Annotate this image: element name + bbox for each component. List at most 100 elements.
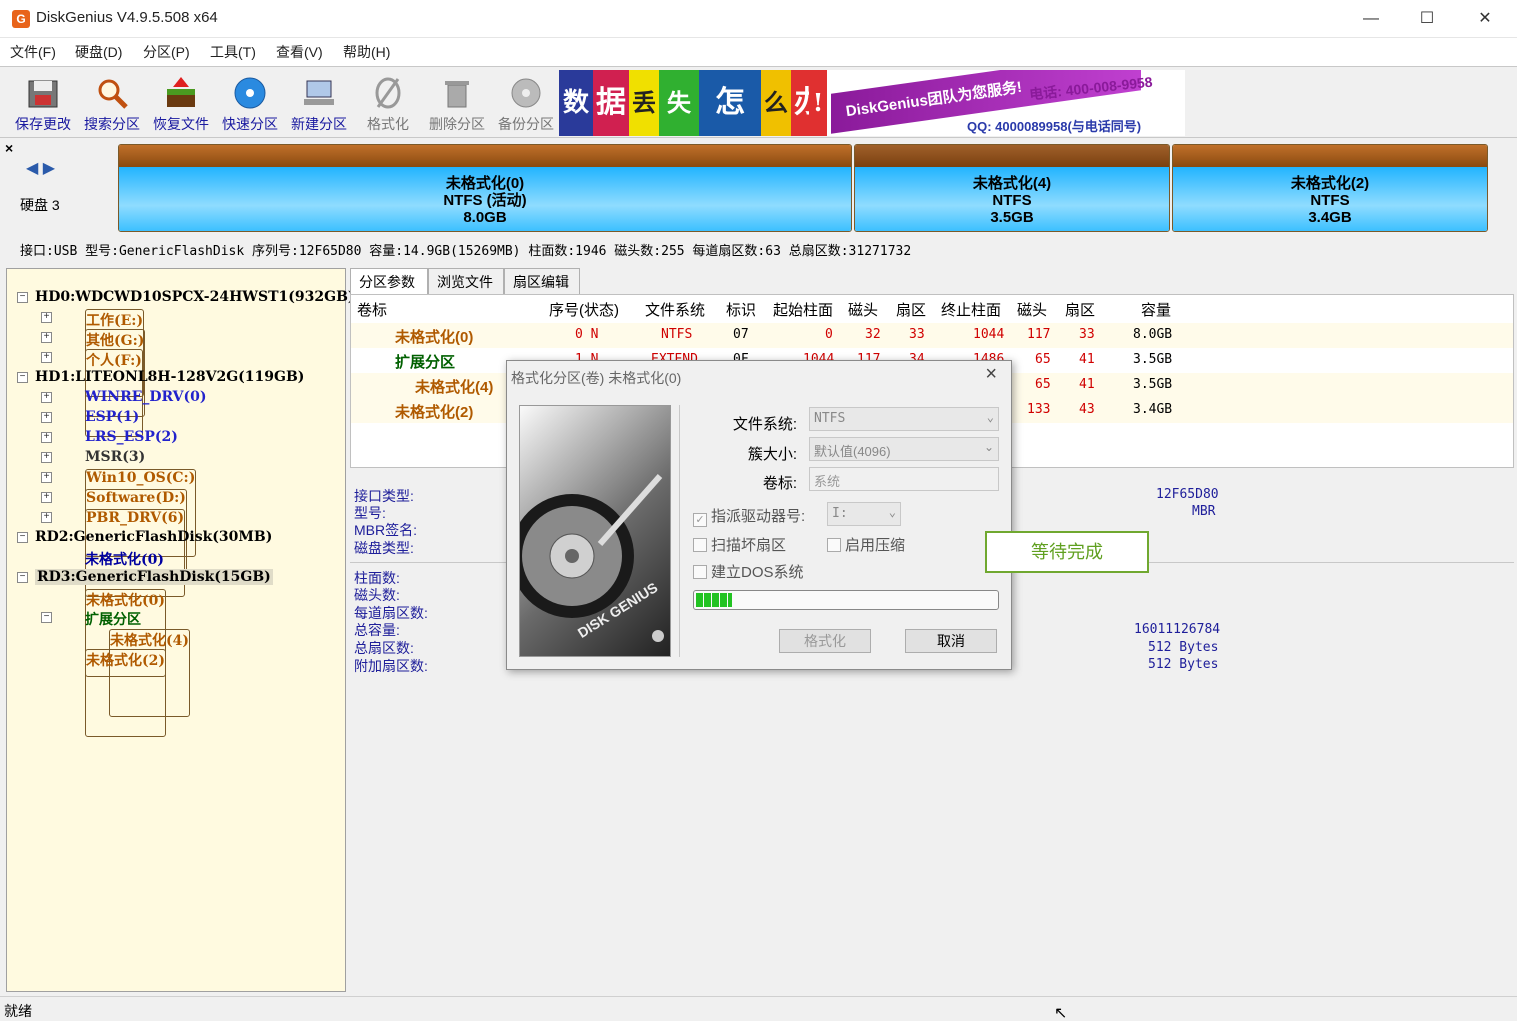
banner-tile-6: 么 [761, 70, 791, 136]
partition-block[interactable]: 未格式化(4) NTFS 3.5GB [854, 144, 1170, 232]
detail-label: 总扇区数: [354, 640, 414, 656]
tree-partition[interactable]: 未格式化(2) [85, 649, 166, 737]
save-changes-button[interactable]: 保存更改 [10, 71, 76, 135]
collapse-icon[interactable]: − [41, 612, 52, 623]
collapse-icon[interactable]: − [17, 532, 28, 543]
disc-icon [234, 77, 266, 109]
disk-nav-arrows[interactable]: ◀ ▶ [26, 158, 55, 178]
close-button[interactable]: ✕ [1462, 4, 1508, 34]
trash-icon [445, 81, 469, 108]
tree-partition[interactable]: ESP(1) [85, 409, 139, 425]
detail-value: 512 Bytes [1148, 657, 1219, 672]
backup-icon [511, 78, 541, 108]
tree-extended-partition[interactable]: 扩展分区 [85, 609, 141, 629]
cluster-label: 簇大小: [747, 446, 797, 463]
detail-value: MBR [1192, 504, 1216, 519]
banner-tile-2: 据 [593, 70, 629, 136]
magnifier-icon [98, 79, 128, 109]
delete-partition-button[interactable]: 删除分区 [424, 71, 490, 135]
expand-icon[interactable]: + [41, 512, 52, 523]
tree-disk-rd2[interactable]: RD2:GenericFlashDisk(30MB) [35, 529, 272, 545]
progress-fill [696, 593, 732, 607]
backup-partition-button[interactable]: 备份分区 [493, 71, 559, 135]
format-button[interactable]: 格式化 [355, 71, 421, 135]
col-header: 磁头 [848, 302, 879, 319]
format-progress-bar [693, 590, 999, 610]
expand-icon[interactable]: + [41, 452, 52, 463]
menu-file[interactable]: 文件(F) [10, 42, 56, 62]
partition-size: 3.4GB [1308, 209, 1352, 226]
tree-disk-hd0[interactable]: HD0:WDCWD10SPCX-24HWST1(932GB) [35, 289, 355, 305]
partition-block[interactable]: 未格式化(0) NTFS (活动) 8.0GB [118, 144, 852, 232]
partition-name: 未格式化(4) [972, 175, 1052, 192]
partition-name: 未格式化(2) [1290, 175, 1370, 192]
tab-browse-files[interactable]: 浏览文件 [428, 268, 504, 294]
create-dos-checkbox[interactable]: 建立DOS系统 [693, 561, 804, 582]
diskmap-close-icon[interactable]: × [5, 140, 13, 156]
banner-tile-4: 失 [659, 70, 699, 136]
drive-letter-select[interactable]: I: ⌄ [827, 502, 901, 526]
detail-value: 512 Bytes [1148, 640, 1219, 655]
tab-sector-edit[interactable]: 扇区编辑 [504, 268, 580, 294]
tree-partition[interactable]: LRS_ESP(2) [85, 429, 178, 445]
new-partition-button[interactable]: 新建分区 [286, 71, 352, 135]
search-partition-button[interactable]: 搜索分区 [79, 71, 145, 135]
tree-partition[interactable]: 未格式化(0) [85, 549, 164, 569]
hdd-image: DISK GENIUS [519, 405, 671, 657]
quick-partition-button[interactable]: 快速分区 [217, 71, 283, 135]
detail-label: 磁盘类型: [354, 540, 414, 556]
chevron-down-icon: ⌄ [983, 440, 994, 454]
mouse-cursor-icon: ↖ [1054, 1005, 1068, 1021]
expand-icon[interactable]: + [41, 352, 52, 363]
expand-icon[interactable]: + [41, 332, 52, 343]
col-header: 起始柱面 [773, 302, 834, 319]
menu-view[interactable]: 查看(V) [276, 42, 323, 62]
menu-tools[interactable]: 工具(T) [210, 42, 256, 62]
expand-icon[interactable]: + [41, 472, 52, 483]
detail-value: 16011126784 [1134, 622, 1221, 637]
partition-size: 8.0GB [463, 209, 507, 226]
partition-fs: NTFS (活动) [443, 192, 527, 209]
enable-compression-checkbox[interactable]: 启用压缩 [827, 534, 905, 555]
partition-block[interactable]: 未格式化(2) NTFS 3.4GB [1172, 144, 1488, 232]
fs-select[interactable]: NTFS ⌄ [809, 407, 999, 431]
detail-value: 12F65D80 [1156, 487, 1219, 502]
dialog-title: 格式化分区(卷) 未格式化(0) [511, 370, 682, 386]
disk-label: 硬盘 3 [20, 197, 60, 213]
tree-partition[interactable]: WINRE_DRV(0) [85, 389, 207, 405]
col-header: 标识 [726, 302, 757, 319]
expand-icon[interactable]: + [41, 432, 52, 443]
minimize-button[interactable]: — [1348, 4, 1394, 34]
ad-banner[interactable]: 数 据 丢 失 怎 么 办 ! DiskGenius团队为您服务! 电话: 40… [559, 70, 1185, 136]
maximize-button[interactable]: ☐ [1404, 4, 1450, 34]
col-header: 扇区 [1065, 302, 1096, 319]
assign-drive-checkbox[interactable]: ✓ 指派驱动器号: [693, 505, 805, 527]
dialog-close-icon[interactable]: × [985, 363, 997, 386]
menu-help[interactable]: 帮助(H) [343, 42, 390, 62]
tab-partition-params[interactable]: 分区参数 [350, 268, 428, 294]
menu-disk[interactable]: 硬盘(D) [75, 42, 122, 62]
volume-label-input[interactable]: 系统 [809, 467, 999, 491]
menu-bar: 文件(F) 硬盘(D) 分区(P) 工具(T) 查看(V) 帮助(H) [0, 38, 1517, 66]
scan-bad-sectors-checkbox[interactable]: 扫描坏扇区 [693, 534, 786, 555]
detail-label: 总容量: [354, 622, 400, 638]
expand-icon[interactable]: + [41, 312, 52, 323]
table-row[interactable]: 未格式化(0) 0 N NTFS 07 0 32 33 1044 117 33 … [351, 323, 1513, 348]
recover-files-button[interactable]: 恢复文件 [148, 71, 214, 135]
expand-icon[interactable]: + [41, 392, 52, 403]
cluster-select[interactable]: 默认值(4096) ⌄ [809, 437, 999, 461]
collapse-icon[interactable]: − [17, 572, 28, 583]
tree-disk-hd1[interactable]: HD1:LITEONL8H-128V2G(119GB) [35, 369, 304, 385]
format-confirm-button[interactable]: 格式化 [779, 629, 871, 653]
expand-icon[interactable]: + [41, 492, 52, 503]
col-header: 卷标 [357, 302, 388, 319]
banner-tile-8: ! [809, 70, 827, 136]
cancel-button[interactable]: 取消 [905, 629, 997, 653]
partition-name: 未格式化(0) [445, 175, 525, 192]
expand-icon[interactable]: + [41, 412, 52, 423]
collapse-icon[interactable]: − [17, 372, 28, 383]
tree-disk-rd3[interactable]: RD3:GenericFlashDisk(15GB) [35, 569, 273, 585]
collapse-icon[interactable]: − [17, 292, 28, 303]
menu-partition[interactable]: 分区(P) [143, 42, 190, 62]
tree-partition[interactable]: MSR(3) [85, 449, 145, 465]
